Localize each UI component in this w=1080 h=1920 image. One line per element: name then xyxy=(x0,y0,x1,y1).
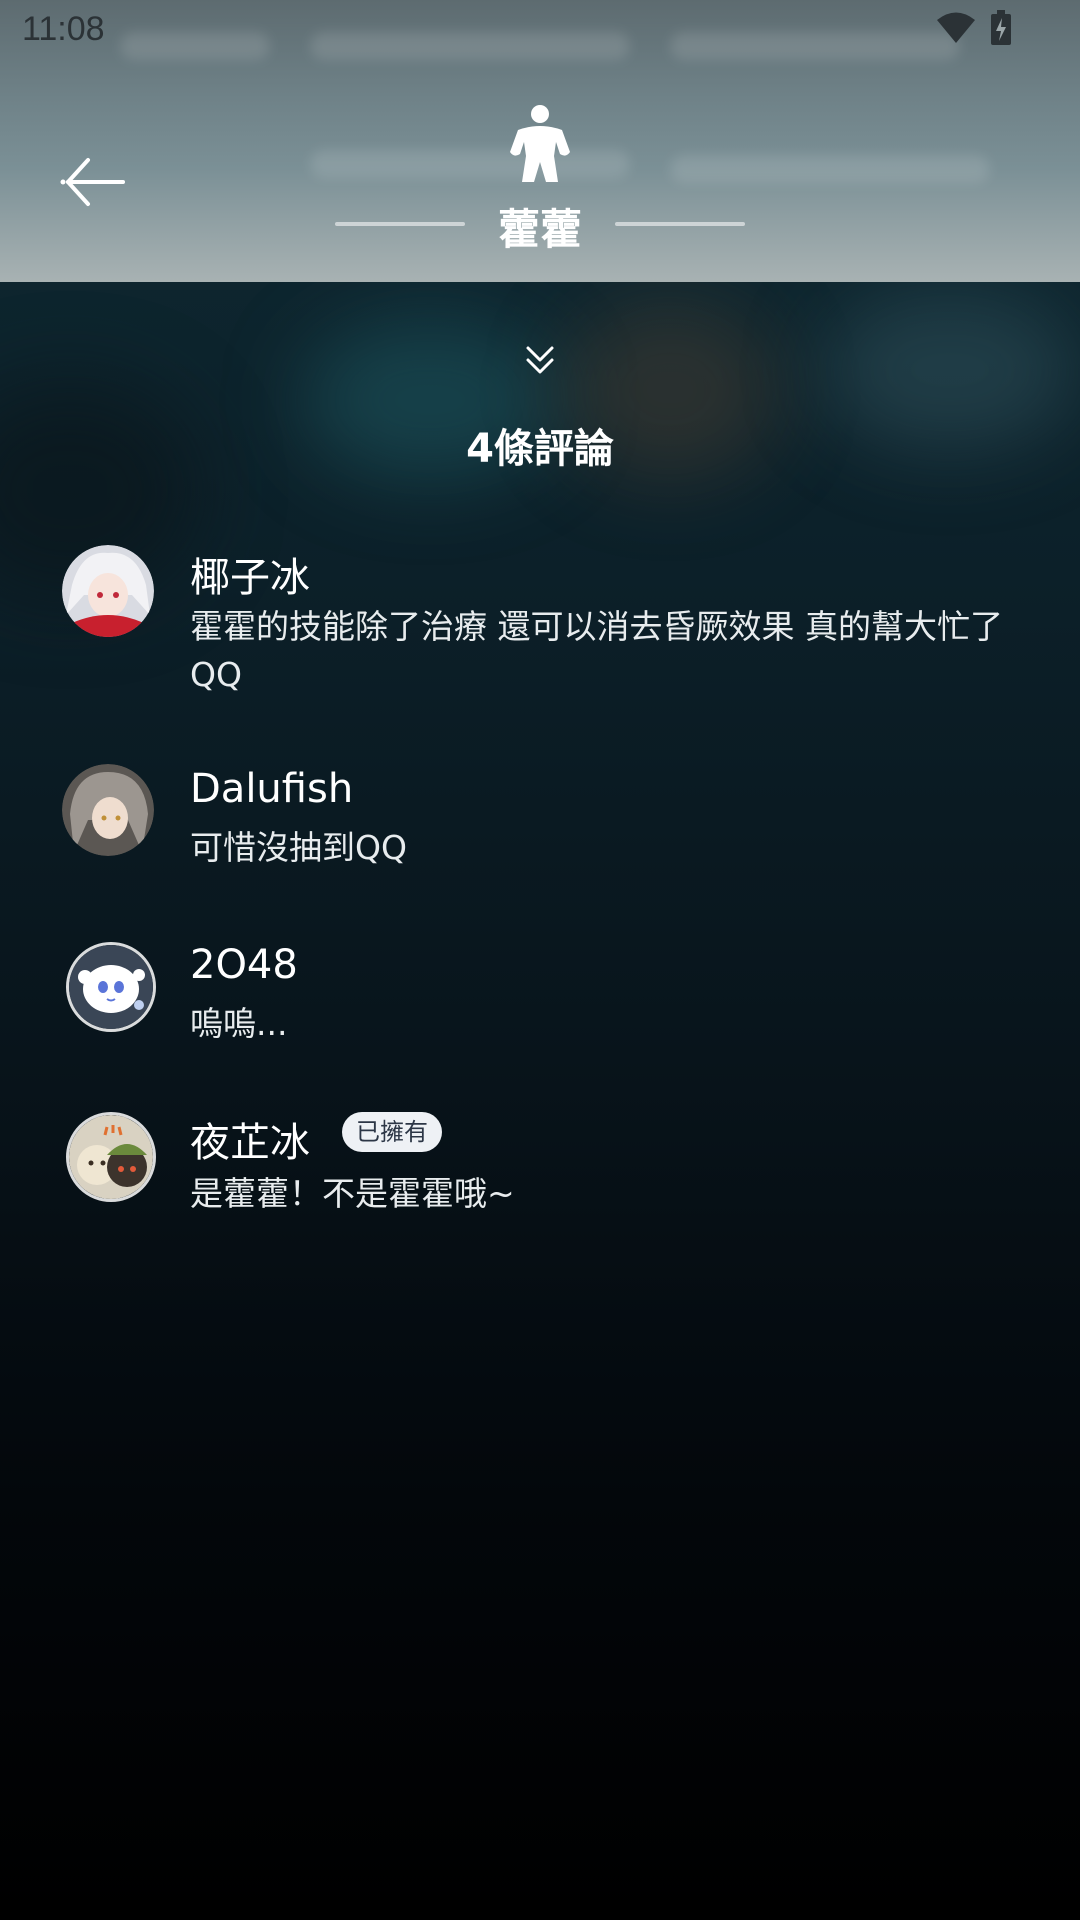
title-divider-right xyxy=(615,222,745,226)
title-row: 藿藿 xyxy=(0,196,1080,254)
comment-count: 4條評論 xyxy=(466,426,614,472)
comment-text: 是藿藿！不是霍霍哦~ xyxy=(190,1174,515,1213)
comment-text: 嗚嗚... xyxy=(190,1004,288,1043)
comment-author: 椰子冰 xyxy=(190,555,310,601)
comment-author: 夜芷冰 xyxy=(190,1120,310,1166)
owned-badge: 已擁有 xyxy=(342,1112,442,1152)
status-time: 11:08 xyxy=(22,10,105,48)
avatar[interactable] xyxy=(62,764,154,856)
status-icons xyxy=(936,10,1012,46)
character-icon xyxy=(510,105,570,182)
comment-author: 2O48 xyxy=(190,942,298,988)
avatar[interactable] xyxy=(66,942,156,1032)
header: 11:08 藿藿 xyxy=(0,0,1080,282)
page-title: 藿藿 xyxy=(497,205,582,254)
comment-text: 霍霍的技能除了治療 還可以消去昏厥效果 真的幫大忙了QQ xyxy=(190,607,1003,694)
comment-text: 可惜沒抽到QQ xyxy=(190,828,407,867)
avatar[interactable] xyxy=(62,545,154,637)
wifi-icon xyxy=(937,12,975,43)
battery-charging-icon xyxy=(991,10,1011,45)
comment-author: Dalufish xyxy=(190,766,354,812)
avatar[interactable] xyxy=(66,1112,156,1202)
double-chevron-down-icon[interactable] xyxy=(520,340,560,380)
